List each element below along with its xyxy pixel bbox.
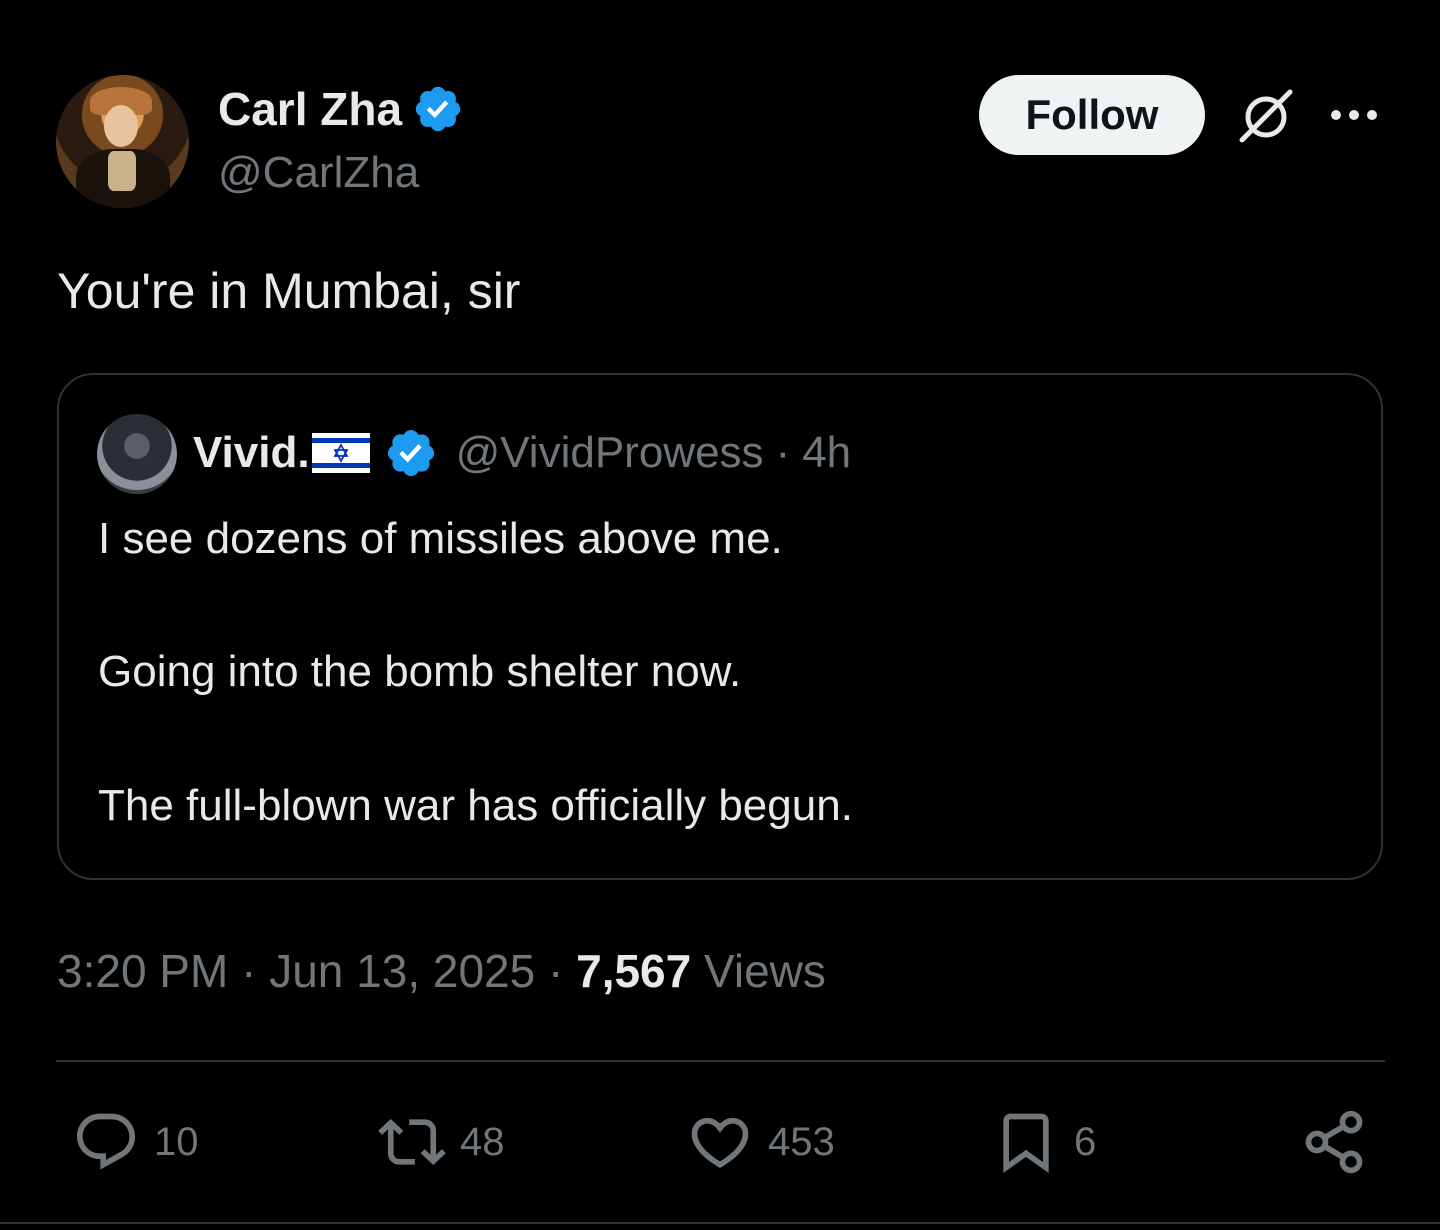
- verified-badge-icon: [415, 86, 461, 132]
- views-label: Views: [704, 945, 826, 997]
- reply-button[interactable]: 10: [72, 1108, 199, 1176]
- quoted-author-handle: @VividProwess: [455, 428, 764, 477]
- repost-count: 48: [460, 1119, 505, 1164]
- like-count: 453: [768, 1119, 835, 1164]
- quoted-author-name: Vivid.: [193, 428, 310, 477]
- reply-count: 10: [154, 1119, 199, 1164]
- divider: [56, 1060, 1385, 1062]
- quoted-text-line: I see dozens of missiles above me.: [98, 514, 783, 563]
- author-name[interactable]: Carl Zha: [218, 82, 402, 136]
- more-icon[interactable]: [1328, 100, 1380, 130]
- author-handle[interactable]: @CarlZha: [218, 148, 419, 198]
- tweet-time[interactable]: 3:20 PM: [57, 945, 228, 997]
- reply-icon: [76, 1113, 136, 1170]
- quoted-tweet-time: 4h: [802, 428, 852, 477]
- views-count: 7,567: [576, 945, 692, 997]
- bottom-divider: [0, 1222, 1440, 1224]
- israel-flag-icon: [311, 433, 370, 473]
- share-button[interactable]: [1300, 1108, 1368, 1176]
- quoted-text-line: The full-blown war has officially begun.: [98, 781, 853, 830]
- bookmark-count: 6: [1074, 1119, 1097, 1164]
- separator-dot: ·: [775, 428, 791, 477]
- follow-button[interactable]: Follow: [979, 75, 1205, 155]
- tweet-meta: 3:20 PM · Jun 13, 2025 · 7,567 Views: [57, 945, 826, 997]
- heart-icon: [691, 1117, 749, 1168]
- repost-icon: [378, 1118, 446, 1166]
- quoted-text-line: Going into the bomb shelter now.: [98, 647, 742, 696]
- grok-icon[interactable]: [1236, 86, 1296, 146]
- author-avatar[interactable]: [56, 75, 189, 208]
- tweet-text: You're in Mumbai, sir: [57, 263, 521, 319]
- like-button[interactable]: 453: [686, 1108, 835, 1176]
- quoted-tweet-header: Vivid. @VividProwess · 4h: [193, 426, 851, 480]
- quoted-author-avatar[interactable]: [97, 414, 177, 494]
- author-name-row[interactable]: Carl Zha: [218, 82, 464, 136]
- tweet-date[interactable]: Jun 13, 2025: [269, 945, 535, 997]
- bookmark-button[interactable]: 6: [992, 1108, 1096, 1176]
- verified-badge-icon: [387, 429, 434, 477]
- bookmark-icon: [1003, 1113, 1049, 1173]
- share-icon: [1305, 1110, 1363, 1174]
- repost-button[interactable]: 48: [378, 1108, 505, 1176]
